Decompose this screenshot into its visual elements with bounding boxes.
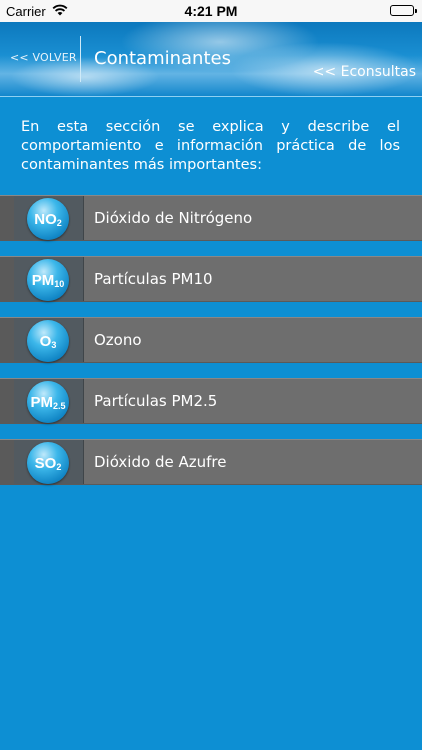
header-divider	[80, 36, 81, 82]
so2-icon: SO 2	[27, 442, 69, 484]
o3-icon: O3	[27, 320, 69, 362]
pollutant-item-o3[interactable]: O3 Ozono	[0, 317, 422, 363]
no2-icon: NO 2	[27, 198, 69, 240]
back-button[interactable]: << VOLVER	[10, 51, 77, 64]
clock: 4:21 PM	[184, 3, 238, 19]
page-title: Contaminantes	[94, 48, 231, 69]
pollutant-label: Dióxido de Nitrógeno	[94, 209, 253, 227]
pollutant-label: Dióxido de Azufre	[94, 453, 227, 471]
nav-header: << VOLVER Contaminantes << Econsultas	[0, 22, 422, 97]
pollutant-label: Partículas PM2.5	[94, 392, 218, 410]
pm10-icon: PM 10	[27, 259, 69, 301]
pollutant-item-pm10[interactable]: PM 10 Partículas PM10	[0, 256, 422, 302]
battery-icon	[390, 5, 417, 16]
pollutant-item-no2[interactable]: NO 2 Dióxido de Nitrógeno	[0, 195, 422, 241]
pollutant-item-pm25[interactable]: PM 2.5 Partículas PM2.5	[0, 378, 422, 424]
pollutant-label: Partículas PM10	[94, 270, 213, 288]
pm25-icon: PM 2.5	[27, 381, 69, 423]
pollutant-label: Ozono	[94, 331, 142, 349]
pollutant-item-so2[interactable]: SO 2 Dióxido de Azufre	[0, 439, 422, 485]
status-bar: Carrier 4:21 PM	[0, 0, 422, 22]
econsultas-link[interactable]: << Econsultas	[313, 64, 416, 80]
intro-text: En esta sección se explica y describe el…	[21, 119, 400, 173]
pollutant-list: NO 2 Dióxido de Nitrógeno PM 10 Partículas…	[0, 195, 422, 500]
